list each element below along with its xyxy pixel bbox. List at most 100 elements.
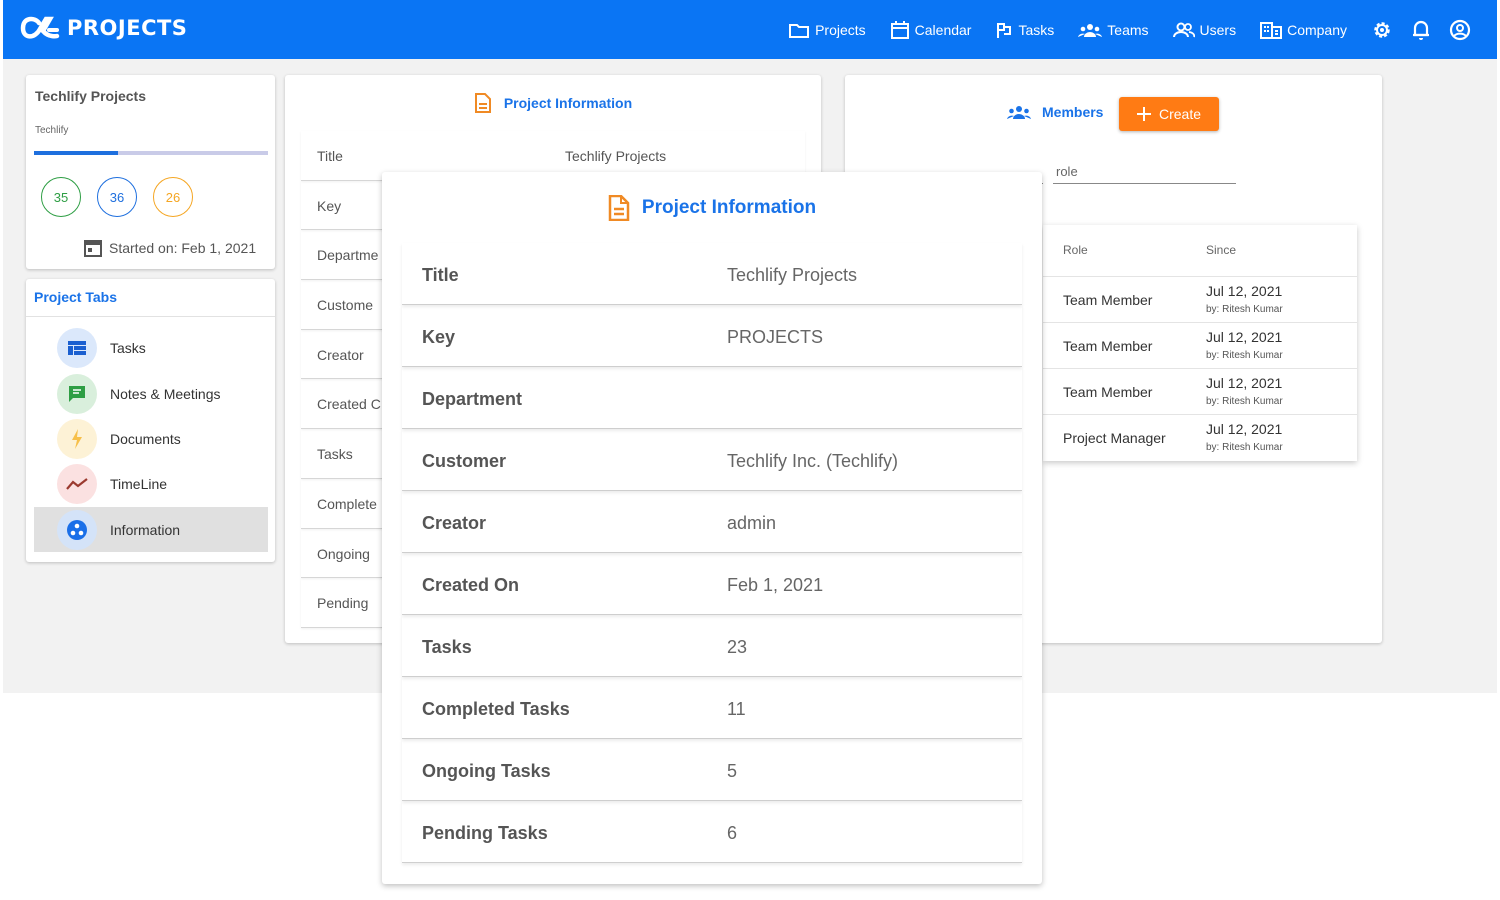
users-icon xyxy=(1172,22,1195,37)
tab-label: Documents xyxy=(110,430,181,447)
row-value: Techlify Inc. (Techlify) xyxy=(727,451,899,471)
board-icon xyxy=(57,327,97,368)
nav-calendar[interactable]: Calendar xyxy=(890,20,972,40)
tab-timeline[interactable]: TimeLine xyxy=(34,461,268,506)
column-role: Role xyxy=(1063,243,1088,257)
row-key: Complete xyxy=(317,495,377,512)
row-key: Pending xyxy=(317,595,369,612)
account-circle-icon xyxy=(1449,19,1471,40)
heading-text: Project Information xyxy=(503,95,633,111)
row-key: Customer xyxy=(422,451,507,471)
tab-label: TimeLine xyxy=(110,475,168,492)
bell-icon xyxy=(1413,20,1429,40)
folder-icon xyxy=(789,23,810,38)
row-value: 23 xyxy=(727,637,748,657)
row-value: Techlify Projects xyxy=(727,265,858,285)
table-header: Role Since xyxy=(1043,225,1357,277)
table-row: Title Techlify Projects xyxy=(402,243,1022,305)
trend-icon xyxy=(57,463,97,504)
member-added-by: by: Ritesh Kumar xyxy=(1206,350,1283,361)
table-row[interactable]: Team Member Jul 12, 2021 by: Ritesh Kuma… xyxy=(1043,277,1357,323)
table-row: Customer Techlify Inc. (Techlify) xyxy=(402,429,1022,491)
row-value: 5 xyxy=(727,761,738,781)
row-value: 6 xyxy=(727,823,738,843)
nav-label: Calendar xyxy=(914,21,972,38)
plus-icon xyxy=(1136,107,1151,121)
column-since: Since xyxy=(1206,243,1237,257)
table-row: Ongoing Tasks 5 xyxy=(402,739,1022,801)
info-icon xyxy=(57,509,97,550)
row-key: Created On xyxy=(422,575,520,595)
settings-button[interactable] xyxy=(1371,19,1393,41)
row-key: Department xyxy=(422,389,523,409)
logo-icon xyxy=(19,14,61,42)
row-key: Tasks xyxy=(422,637,472,657)
table-row[interactable]: Team Member Jul 12, 2021 by: Ritesh Kuma… xyxy=(1043,369,1357,415)
project-information-popup: Project Information Title Techlify Projec… xyxy=(382,172,1042,884)
top-app-bar: PROJECTS Projects Calendar Tasks Teams U… xyxy=(3,0,1497,59)
logo-text: PROJECTS xyxy=(67,16,188,40)
table-row[interactable]: Team Member Jul 12, 2021 by: Ritesh Kuma… xyxy=(1043,323,1357,369)
project-information-heading: Project Information xyxy=(382,195,1042,221)
tab-notes-meetings[interactable]: Notes & Meetings xyxy=(34,371,268,416)
started-on: Started on: Feb 1, 2021 xyxy=(83,238,256,258)
tab-tasks[interactable]: Tasks xyxy=(34,325,268,370)
table-row[interactable]: Project Manager Jul 12, 2021 by: Ritesh … xyxy=(1043,415,1357,461)
group-icon xyxy=(1007,106,1031,119)
nav-tasks[interactable]: Tasks xyxy=(995,21,1054,39)
bolt-icon xyxy=(57,418,97,459)
member-added-by: by: Ritesh Kumar xyxy=(1206,442,1283,453)
table-row: Pending Tasks 6 xyxy=(402,801,1022,863)
row-value: Feb 1, 2021 xyxy=(727,575,824,595)
table-row: Completed Tasks 11 xyxy=(402,677,1022,739)
member-added-by: by: Ritesh Kumar xyxy=(1206,396,1283,407)
member-role: Team Member xyxy=(1063,292,1153,308)
create-label: Create xyxy=(1158,106,1202,122)
tasks-icon xyxy=(997,22,1012,38)
nav-teams[interactable]: Teams xyxy=(1078,22,1149,38)
count-circle-orange: 26 xyxy=(153,177,193,217)
table-row: Created On Feb 1, 2021 xyxy=(402,553,1022,615)
nav-label: Tasks xyxy=(1018,21,1055,38)
row-value: admin xyxy=(727,513,777,533)
project-information-heading: Project Information xyxy=(285,93,821,113)
table-row: Tasks 23 xyxy=(402,615,1022,677)
main-nav: Projects Calendar Tasks Teams Users Comp… xyxy=(788,0,1497,59)
calendar-icon xyxy=(890,20,909,39)
row-key: Key xyxy=(422,327,456,347)
account-button[interactable] xyxy=(1449,19,1471,41)
create-member-button[interactable]: Create xyxy=(1119,97,1219,131)
member-role: Project Manager xyxy=(1063,430,1166,446)
nav-label: Company xyxy=(1287,21,1347,38)
row-key: Completed Tasks xyxy=(422,699,570,719)
divider xyxy=(26,316,275,317)
chat-icon xyxy=(57,373,97,414)
nav-users[interactable]: Users xyxy=(1172,22,1236,38)
member-since-date: Jul 12, 2021 xyxy=(1206,375,1283,391)
company-icon xyxy=(1260,21,1283,39)
members-heading: Members xyxy=(1006,104,1103,120)
table-row: Creator admin xyxy=(402,491,1022,553)
notifications-button[interactable] xyxy=(1411,19,1431,41)
count-circle-green: 35 xyxy=(41,177,81,217)
nav-company[interactable]: Company xyxy=(1260,21,1347,39)
member-role: Team Member xyxy=(1063,384,1153,400)
table-row: Department xyxy=(402,367,1022,429)
row-key: Title xyxy=(422,265,459,285)
member-role: Team Member xyxy=(1063,338,1153,354)
document-icon xyxy=(608,195,630,221)
nav-projects[interactable]: Projects xyxy=(788,21,866,39)
tab-documents[interactable]: Documents xyxy=(34,416,268,461)
row-key: Ongoing xyxy=(317,545,370,562)
row-key: Custome xyxy=(317,297,374,314)
project-tabs-title: Project Tabs xyxy=(34,289,117,305)
count-circle-blue: 36 xyxy=(97,177,137,217)
row-key: Creator xyxy=(422,513,487,533)
role-filter-input[interactable]: role xyxy=(1053,161,1236,184)
app-logo[interactable]: PROJECTS xyxy=(19,14,187,42)
tab-information[interactable]: Information xyxy=(34,507,268,552)
calendar-icon xyxy=(84,240,102,257)
project-summary-card: Techlify Projects Techlify 35 36 26 Star… xyxy=(26,75,275,269)
row-key: Key xyxy=(317,197,342,214)
table-row: Key PROJECTS xyxy=(402,305,1022,367)
